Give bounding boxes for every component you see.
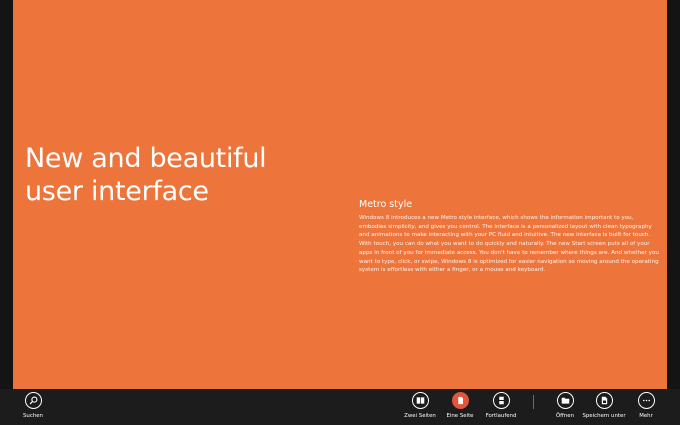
article-title: Metro style — [359, 199, 413, 210]
continuous-button[interactable]: Fortlaufend — [476, 392, 526, 424]
document-page: New and beautiful user interface Metro s… — [13, 0, 667, 389]
more-button[interactable]: Mehr — [621, 392, 671, 424]
search-icon — [24, 392, 42, 409]
appbar-separator — [533, 395, 534, 409]
headline-line-1: New and beautiful — [25, 143, 267, 174]
reader-app-screen: New and beautiful user interface Metro s… — [0, 0, 680, 425]
app-bar: Suchen Zwei Seiten Eine Seite Fortlaufen… — [0, 389, 680, 425]
folder-icon — [556, 392, 574, 409]
article-block: Metro style Windows 8 introduces a new M… — [359, 199, 659, 275]
more-label: Mehr — [639, 413, 653, 419]
search-label: Suchen — [23, 413, 43, 419]
headline-line-2: user interface — [25, 176, 209, 207]
continuous-icon — [492, 392, 510, 409]
two-pages-icon — [411, 392, 429, 409]
more-dots-icon — [637, 392, 655, 409]
one-page-icon — [451, 392, 469, 409]
save-document-icon — [595, 392, 613, 409]
page-headline: New and beautiful user interface — [25, 142, 267, 208]
article-body: Windows 8 introduces a new Metro style i… — [359, 215, 659, 274]
continuous-label: Fortlaufend — [485, 413, 517, 419]
search-button[interactable]: Suchen — [8, 392, 58, 424]
